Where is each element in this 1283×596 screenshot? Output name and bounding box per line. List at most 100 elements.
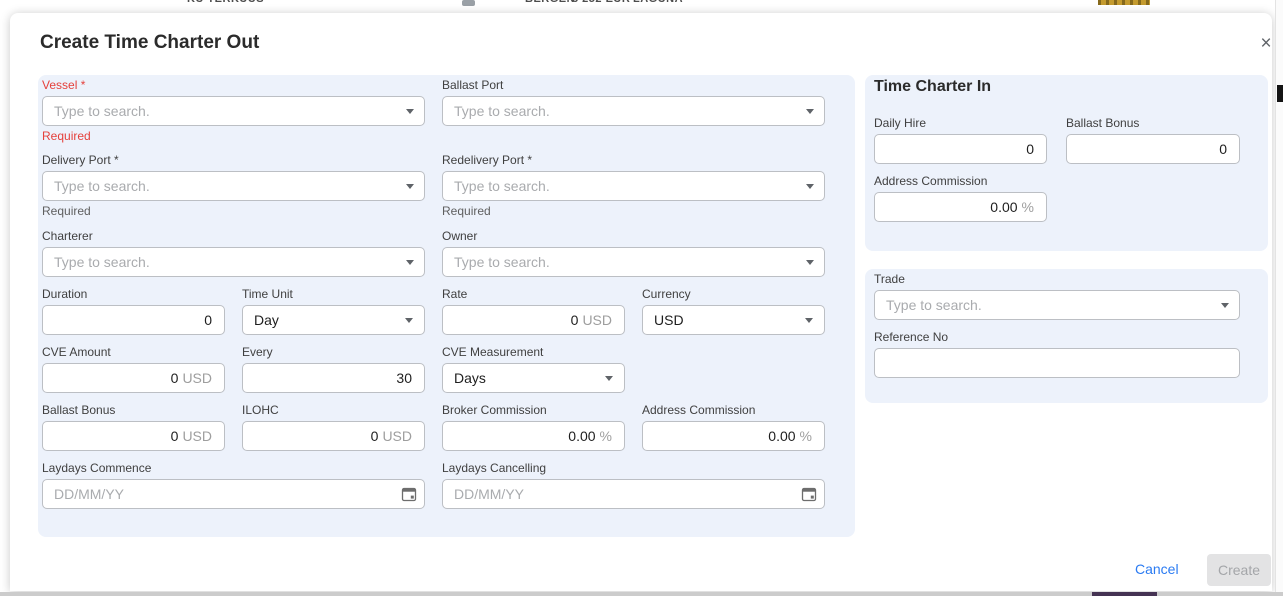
chevron-down-icon[interactable] [806,184,814,189]
horizontal-scrollbar-thumb[interactable] [1092,592,1157,596]
chevron-down-icon[interactable] [406,184,414,189]
chevron-down-icon[interactable] [806,260,814,265]
broker-commission-value: 0.00 [568,428,595,444]
trade-search-input[interactable] [874,290,1240,320]
laydays-commence-label: Laydays Commence [42,462,425,475]
chevron-down-icon[interactable] [406,260,414,265]
background-text-fragment: LAGUNA [633,0,683,5]
vertical-scrollbar-thumb[interactable] [1277,85,1283,102]
broker-commission-label: Broker Commission [442,404,625,417]
ilohc-input[interactable]: 0 USD [242,421,425,451]
field-every: Every 30 [242,346,425,393]
ballast-bonus-label: Ballast Bonus [42,404,225,417]
redelivery-port-required-hint: Required [442,204,825,218]
field-vessel: Vessel * Required [42,79,425,143]
field-reference-no: Reference No [874,331,1240,378]
field-rate: Rate 0 USD [442,288,625,335]
create-button[interactable]: Create [1207,554,1271,586]
currency-select[interactable]: USD [642,305,825,335]
charterer-label: Charterer [42,230,425,243]
time-charter-in-title: Time Charter In [874,78,991,96]
currency-label: Currency [642,288,825,301]
owner-search-input[interactable] [442,247,825,277]
vessel-search-input[interactable] [42,96,425,126]
dialog-title: Create Time Charter Out [40,32,259,54]
daily-hire-input[interactable]: 0 [874,134,1047,164]
rate-input[interactable]: 0 USD [442,305,625,335]
time-unit-select[interactable]: Day [242,305,425,335]
broker-commission-input[interactable]: 0.00 % [442,421,625,451]
background-badge-fragment [1098,0,1150,5]
ilohc-label: ILOHC [242,404,425,417]
duration-value: 0 [204,312,212,328]
field-duration: Duration 0 [42,288,225,335]
tci-address-commission-value: 0.00 [990,199,1017,215]
reference-no-input[interactable] [874,348,1240,378]
background-text-fragment: KU TERKUUS [187,0,264,5]
field-trade: Trade [874,273,1240,320]
time-unit-value: Day [254,312,279,328]
chevron-down-icon [805,318,813,323]
laydays-commence-date-input[interactable] [42,479,425,509]
every-label: Every [242,346,425,359]
field-broker-commission: Broker Commission 0.00 % [442,404,625,451]
field-ballast-bonus: Ballast Bonus 0 USD [42,404,225,451]
cve-amount-input[interactable]: 0 USD [42,363,225,393]
vessel-label: Vessel * [42,79,425,92]
delivery-port-required-hint: Required [42,204,425,218]
tci-ballast-bonus-value: 0 [1219,141,1227,157]
chevron-down-icon [405,318,413,323]
cve-measurement-value: Days [454,370,486,386]
time-unit-label: Time Unit [242,288,425,301]
vessel-required-error: Required [42,129,425,143]
field-cve-measurement: CVE Measurement Days [442,346,625,393]
ballast-bonus-unit: USD [182,428,212,444]
vertical-scrollbar[interactable] [1275,0,1283,596]
cancel-button[interactable]: Cancel [1135,561,1179,577]
address-commission-input[interactable]: 0.00 % [642,421,825,451]
field-tci-ballast-bonus: Ballast Bonus 0 [1066,117,1240,164]
every-input[interactable]: 30 [242,363,425,393]
chevron-down-icon[interactable] [406,109,414,114]
rate-unit: USD [582,312,612,328]
rate-label: Rate [442,288,625,301]
chevron-down-icon[interactable] [806,109,814,114]
chevron-down-icon [605,376,613,381]
trade-label: Trade [874,273,1240,286]
daily-hire-label: Daily Hire [874,117,1047,130]
owner-label: Owner [442,230,825,243]
ballast-port-search-input[interactable] [442,96,825,126]
duration-input[interactable]: 0 [42,305,225,335]
field-time-unit: Time Unit Day [242,288,425,335]
rate-value: 0 [571,312,579,328]
background-text-fragment: BERGEN [525,0,575,5]
close-icon[interactable]: × [1255,33,1277,55]
cve-amount-label: CVE Amount [42,346,225,359]
field-tci-address-commission: Address Commission 0.00 % [874,175,1047,222]
field-charterer: Charterer [42,230,425,277]
chevron-down-icon[interactable] [1221,303,1229,308]
tci-address-commission-label: Address Commission [874,175,1047,188]
calendar-icon[interactable] [401,486,417,502]
tci-ballast-bonus-label: Ballast Bonus [1066,117,1240,130]
field-address-commission: Address Commission 0.00 % [642,404,825,451]
tci-address-commission-unit: % [1022,199,1034,215]
field-cve-amount: CVE Amount 0 USD [42,346,225,393]
field-ilohc: ILOHC 0 USD [242,404,425,451]
horizontal-scrollbar[interactable] [0,592,1283,596]
ballast-bonus-input[interactable]: 0 USD [42,421,225,451]
cve-measurement-select[interactable]: Days [442,363,625,393]
redelivery-port-search-input[interactable] [442,171,825,201]
calendar-icon[interactable] [801,486,817,502]
ballast-port-label: Ballast Port [442,79,825,92]
delivery-port-search-input[interactable] [42,171,425,201]
background-text-fragment: 3 252 EUR [572,0,630,5]
charterer-search-input[interactable] [42,247,425,277]
duration-label: Duration [42,288,225,301]
field-tci-daily-hire: Daily Hire 0 [874,117,1047,164]
address-commission-label: Address Commission [642,404,825,417]
tci-address-commission-input[interactable]: 0.00 % [874,192,1047,222]
laydays-cancelling-date-input[interactable] [442,479,825,509]
tci-ballast-bonus-input[interactable]: 0 [1066,134,1240,164]
reference-no-label: Reference No [874,331,1240,344]
